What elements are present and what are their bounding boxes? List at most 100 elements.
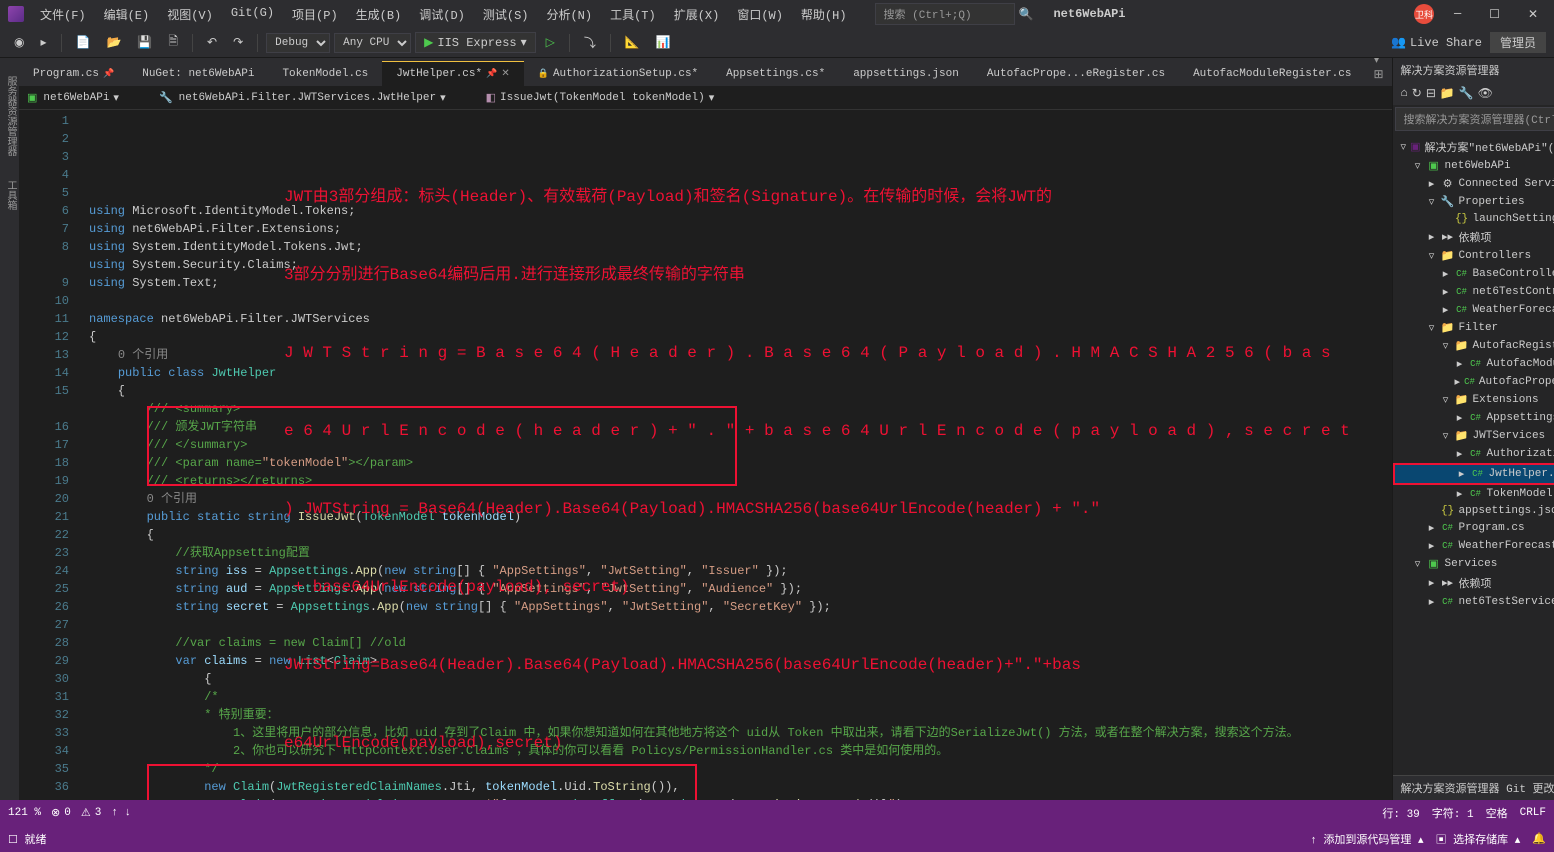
repo-select[interactable]: ▣ 选择存储库 ▴	[1436, 831, 1521, 847]
eol-indicator[interactable]: CRLF	[1520, 807, 1546, 819]
menu-item[interactable]: 扩展(X)	[666, 2, 728, 27]
close-icon[interactable]: ✕	[1520, 3, 1546, 26]
indent-indicator[interactable]: 空格	[1486, 805, 1508, 821]
tree-item[interactable]: {}appsettings.json	[1393, 503, 1554, 519]
menu-item[interactable]: 窗口(W)	[729, 2, 791, 27]
breadcrumb-project[interactable]: net6WebAPi	[39, 92, 113, 104]
breadcrumb-method[interactable]: IssueJwt(TokenModel tokenModel)	[496, 92, 709, 104]
ready-status: ☐ 就绪	[8, 831, 46, 847]
tree-item[interactable]: {}launchSettings.json	[1393, 211, 1554, 227]
notifications-icon[interactable]: 🔔	[1532, 832, 1546, 846]
tree-item[interactable]: ▸C#AutofacPropertityModuleRegister.cs	[1393, 373, 1554, 391]
file-tab[interactable]: JwtHelper.cs*📌✕	[382, 61, 523, 86]
minimize-icon[interactable]: ─	[1446, 3, 1469, 25]
user-avatar[interactable]: 卫科	[1414, 4, 1434, 24]
panel-footer-tabs[interactable]: 解决方案资源管理器 Git 更改	[1393, 775, 1554, 800]
char-indicator[interactable]: 字符: 1	[1432, 805, 1474, 821]
tree-item[interactable]: ▿📁AutofacRegister	[1393, 337, 1554, 355]
saveall-icon[interactable]: 🗎	[162, 30, 184, 55]
file-tab[interactable]: appsettings.json	[839, 61, 973, 86]
menu-item[interactable]: 编辑(E)	[96, 2, 158, 27]
tree-item[interactable]: ▸C#Program.cs	[1393, 519, 1554, 537]
error-count[interactable]: ⊗ 0	[51, 806, 71, 820]
tree-item[interactable]: ▸C#JwtHelper.cs	[1393, 463, 1554, 485]
tree-item[interactable]: ▿📁JWTServices	[1393, 427, 1554, 445]
solution-tree[interactable]: ▿▣解决方案"net6WebAPi"(2 个项目，共 2 个) ▿▣net6We…	[1393, 133, 1554, 775]
home-icon[interactable]: ⌂	[1401, 86, 1408, 101]
toolbox-tab[interactable]: 工具箱	[0, 172, 19, 218]
search-icon[interactable]: 🔍	[1019, 7, 1034, 22]
config-dropdown[interactable]: Debug	[266, 33, 330, 53]
properties-icon[interactable]: 🔧	[1459, 86, 1474, 101]
collapse-icon[interactable]: ⊟	[1426, 86, 1436, 101]
file-tab[interactable]: NuGet: net6WebAPi	[128, 61, 268, 86]
file-tab[interactable]: AutofacPrope...eRegister.cs	[973, 61, 1179, 86]
menu-item[interactable]: 测试(S)	[475, 2, 537, 27]
file-tab[interactable]: 🔒AuthorizationSetup.cs*	[524, 61, 712, 86]
server-explorer-tab[interactable]: 服务器资源管理器	[0, 68, 19, 164]
file-tab[interactable]: Appsettings.cs*	[712, 61, 839, 86]
namespace-icon: 🔧	[159, 91, 173, 105]
maximize-icon[interactable]: ☐	[1481, 3, 1508, 26]
step-icon[interactable]: ⤵	[578, 32, 602, 53]
tree-item[interactable]: ▸C#BaseController.cs	[1393, 265, 1554, 283]
tree-item[interactable]: ▿📁Controllers	[1393, 247, 1554, 265]
live-share-button[interactable]: 👥 Live Share	[1391, 35, 1482, 50]
tree-item[interactable]: ▸C#Appsettings.cs	[1393, 409, 1554, 427]
redo-icon[interactable]: ↷	[227, 33, 249, 52]
tree-item[interactable]: ▸C#AutofacModuleRegister.cs	[1393, 355, 1554, 373]
open-icon[interactable]: 📂	[100, 33, 127, 52]
new-icon[interactable]: 📄	[70, 33, 97, 52]
menu-item[interactable]: 帮助(H)	[793, 2, 855, 27]
tree-item[interactable]: ▸C#net6TestController.cs	[1393, 283, 1554, 301]
tree-item[interactable]: ▿▣Services	[1393, 555, 1554, 573]
code-content[interactable]: JWT由3部分组成：标头(Header)、有效载荷(Payload)和签名(Si…	[89, 110, 1392, 800]
warning-count[interactable]: ⚠ 3	[81, 806, 101, 820]
start-no-debug-icon[interactable]: ▷	[540, 33, 561, 52]
tree-item[interactable]: ▿▣net6WebAPi	[1393, 157, 1554, 175]
solution-search[interactable]: 搜索解决方案资源管理器(Ctrl+;)🔍	[1395, 107, 1554, 131]
tree-item[interactable]: ▸⚙Connected Services	[1393, 175, 1554, 193]
source-control[interactable]: ↑ 添加到源代码管理 ▴	[1310, 831, 1423, 847]
undo-icon[interactable]: ↶	[201, 33, 223, 52]
line-indicator[interactable]: 行: 39	[1382, 805, 1419, 821]
platform-dropdown[interactable]: Any CPU	[334, 33, 411, 53]
preview-icon[interactable]: 👁	[1478, 86, 1493, 101]
tool-icon[interactable]: 📐	[619, 33, 646, 52]
tree-item[interactable]: ▸C#net6TestServices.cs	[1393, 593, 1554, 611]
tab-overflow-icon[interactable]: ▾ ⊞	[1366, 58, 1392, 86]
tree-item[interactable]: ▿📁Extensions	[1393, 391, 1554, 409]
file-tab[interactable]: AutofacModuleRegister.cs	[1179, 61, 1365, 86]
tree-item[interactable]: ▸▸▸依赖项	[1393, 227, 1554, 247]
tree-item[interactable]: ▸C#WeatherForecastController.cs	[1393, 301, 1554, 319]
menu-item[interactable]: 文件(F)	[32, 2, 94, 27]
tool-icon[interactable]: 📊	[650, 33, 677, 52]
tree-item[interactable]: ▸C#WeatherForecast.cs	[1393, 537, 1554, 555]
menu-item[interactable]: 工具(T)	[602, 2, 664, 27]
tree-item[interactable]: ▿📁Filter	[1393, 319, 1554, 337]
file-tab[interactable]: Program.cs📌	[19, 61, 128, 86]
refresh-icon[interactable]: ↻	[1412, 86, 1422, 101]
code-editor[interactable]: 1234567891011121314151617181920212223242…	[19, 110, 1392, 800]
tree-item[interactable]: ▿🔧Properties	[1393, 193, 1554, 211]
nav-fwd-icon[interactable]: ▸	[34, 33, 52, 52]
menu-item[interactable]: 分析(N)	[538, 2, 600, 27]
breadcrumb-namespace[interactable]: net6WebAPi.Filter.JWTServices.JwtHelper	[175, 92, 440, 104]
menu-item[interactable]: 视图(V)	[159, 2, 221, 27]
solution-root[interactable]: ▿▣解决方案"net6WebAPi"(2 个项目，共 2 个)	[1393, 137, 1554, 157]
run-button[interactable]: ▶IIS Express▾	[415, 32, 535, 53]
show-all-icon[interactable]: 📁	[1440, 86, 1455, 101]
tree-item[interactable]: ▸C#TokenModel.cs	[1393, 485, 1554, 503]
tree-item[interactable]: ▸▸▸依赖项	[1393, 573, 1554, 593]
tree-item[interactable]: ▸C#AuthorizationSetup.cs	[1393, 445, 1554, 463]
breadcrumb[interactable]: ▣ net6WebAPi ▾ 🔧 net6WebAPi.Filter.JWTSe…	[19, 86, 1392, 110]
menu-item[interactable]: 项目(P)	[284, 2, 346, 27]
search-box[interactable]: 搜索 (Ctrl+;Q)	[875, 3, 1015, 25]
menu-item[interactable]: Git(G)	[223, 2, 282, 27]
save-icon[interactable]: 💾	[131, 33, 158, 52]
nav-back-icon[interactable]: ◉	[8, 33, 30, 52]
zoom-level[interactable]: 121 %	[8, 807, 41, 819]
file-tab[interactable]: TokenModel.cs	[268, 61, 382, 86]
menu-item[interactable]: 调试(D)	[411, 2, 473, 27]
menu-item[interactable]: 生成(B)	[348, 2, 410, 27]
